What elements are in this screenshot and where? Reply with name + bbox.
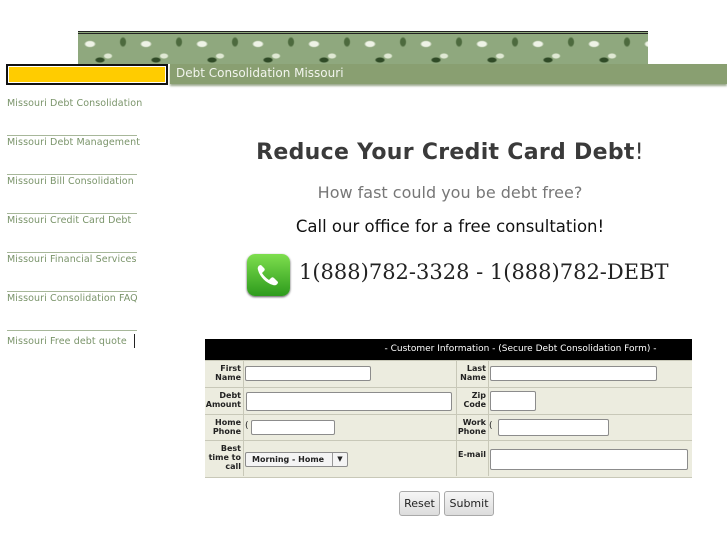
work-phone-input[interactable]: [498, 419, 609, 436]
first-name-input[interactable]: [245, 366, 371, 381]
text-cursor: [134, 334, 135, 348]
email-label: E-mail: [457, 450, 486, 459]
zip-code-label: Zip Code: [463, 391, 486, 409]
form-row: First Name Last Name: [205, 360, 692, 388]
sidebar-divider: [7, 252, 137, 253]
sidebar-item-debt-management[interactable]: Missouri Debt Management: [7, 137, 140, 148]
header-banner-image: [78, 31, 648, 64]
sidebar-item-debt-consolidation[interactable]: Missouri Debt Consolidation: [7, 98, 142, 109]
header-accent-bar: [6, 64, 168, 85]
sidebar-divider: [7, 135, 137, 136]
last-name-label: Last Name: [460, 364, 486, 382]
header-title-bar: Debt Consolidation Missouri: [170, 64, 727, 84]
debt-amount-input[interactable]: [246, 392, 452, 411]
page-subheading: How fast could you be debt free?: [317, 183, 583, 202]
reset-button[interactable]: Reset: [399, 491, 440, 516]
sidebar-item-consolidation-faq[interactable]: Missouri Consolidation FAQ: [7, 293, 138, 304]
form-row: Debt Amount Zip Code: [205, 387, 692, 415]
sidebar-divider: [7, 330, 137, 331]
debt-amount-label: Debt Amount: [205, 391, 241, 409]
phone-icon: [247, 254, 290, 296]
sidebar-item-free-debt-quote[interactable]: Missouri Free debt quote: [7, 336, 127, 347]
work-phone-paren: (: [489, 421, 493, 431]
dropdown-arrow-icon: ▼: [332, 453, 347, 466]
sidebar-divider: [7, 291, 137, 292]
customer-info-form: - Customer Information - (Secure Debt Co…: [205, 339, 692, 478]
page-headline: Reduce Your Credit Card Debt!: [205, 140, 695, 165]
email-input[interactable]: [490, 449, 688, 470]
sidebar-item-bill-consolidation[interactable]: Missouri Bill Consolidation: [7, 176, 134, 187]
best-time-label: Best time to call: [208, 444, 241, 471]
sidebar-divider: [7, 213, 137, 214]
form-header: - Customer Information - (Secure Debt Co…: [205, 339, 692, 360]
site-title: Debt Consolidation Missouri: [176, 66, 344, 80]
form-title: - Customer Information - (Secure Debt Co…: [384, 344, 657, 354]
work-phone-label: Work Phone: [457, 418, 486, 436]
last-name-input[interactable]: [490, 366, 657, 381]
home-phone-paren: (: [245, 421, 249, 431]
home-phone-label: Home Phone: [212, 418, 241, 436]
best-time-value: Morning - Home: [252, 455, 325, 464]
headline-exclamation: !: [634, 140, 644, 165]
headline-text: Reduce Your Credit Card Debt: [256, 140, 635, 165]
zip-code-input[interactable]: [490, 391, 536, 411]
form-row: Best time to call Morning - Home ▼ E-mai…: [205, 440, 692, 478]
phone-numbers: 1(888)782-3328 - 1(888)782-DEBT: [299, 260, 669, 284]
submit-button[interactable]: Submit: [444, 491, 494, 516]
best-time-select[interactable]: Morning - Home ▼: [245, 452, 348, 467]
home-phone-input[interactable]: [251, 420, 335, 435]
form-row: Home Phone ( Work Phone (: [205, 414, 692, 441]
first-name-label: First Name: [215, 364, 241, 382]
sidebar-item-credit-card-debt[interactable]: Missouri Credit Card Debt: [7, 215, 131, 226]
sidebar-divider: [7, 174, 137, 175]
sidebar-item-financial-services[interactable]: Missouri Financial Services: [7, 254, 137, 265]
call-to-action-text: Call our office for a free consultation!: [295, 217, 605, 236]
